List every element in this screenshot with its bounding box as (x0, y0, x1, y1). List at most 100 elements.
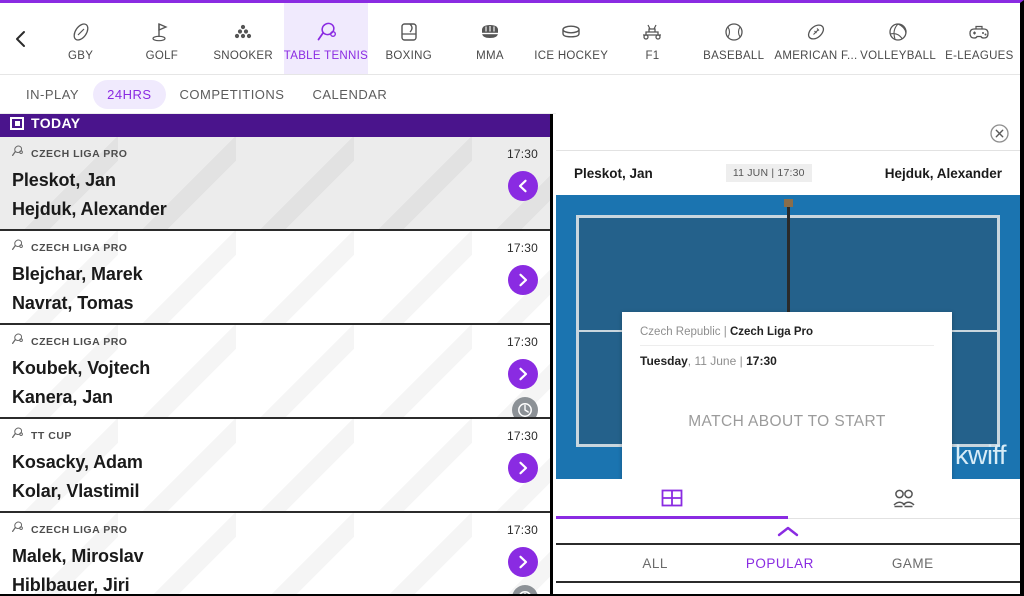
table-tennis-paddle-icon (314, 19, 338, 45)
collapse-detail-button[interactable] (556, 519, 1020, 545)
match-meta: CZECH LIGA PRO 17:30 (0, 137, 550, 163)
detail-player-one: Pleskot, Jan (574, 165, 653, 181)
tab-markets-grid[interactable] (556, 479, 788, 518)
close-icon[interactable] (990, 124, 1009, 143)
sports-list: GBY GOLF SNOOKER TABLE TENNIS BOXING MMA ICE H… (40, 3, 1020, 74)
detail-close-bar (556, 114, 1020, 151)
match-player-two: Kanera, Jan (12, 387, 113, 407)
match-player-one: Malek, Miroslav (12, 546, 144, 566)
match-time: 17:30 (506, 146, 538, 161)
match-competition-label: TT CUP (31, 429, 72, 442)
sport-tab-label: TABLE TENNIS (283, 50, 369, 62)
overlay-time: 17:30 (746, 354, 777, 368)
market-tab-all[interactable]: ALL (642, 556, 668, 571)
overlay-separator-2: | (739, 354, 743, 368)
sport-tab-table-tennis[interactable]: TABLE TENNIS (283, 3, 369, 74)
match-row[interactable]: CZECH LIGA PRO 17:30 Blejchar, Marek Navrat… (0, 231, 550, 325)
match-row[interactable]: CZECH LIGA PRO 17:30 Pleskot, Jan Hejduk, A… (0, 137, 550, 231)
match-list: CZECH LIGA PRO 17:30 Pleskot, Jan Hejduk, A… (0, 137, 550, 595)
match-competition: CZECH LIGA PRO (10, 332, 127, 351)
sport-tab-label: BASEBALL (703, 50, 765, 62)
day-header: TODAY (0, 114, 550, 137)
match-competition: CZECH LIGA PRO (10, 238, 127, 257)
sub-tab-competitions[interactable]: COMPETITIONS (166, 80, 299, 109)
grid-markets-icon (661, 489, 683, 506)
expand-match-button[interactable] (508, 547, 538, 577)
day-header-label: TODAY (31, 114, 81, 131)
sport-tab-label: GBY (68, 50, 94, 62)
match-row[interactable]: CZECH LIGA PRO 17:30 Malek, Miroslav Hiblba… (0, 513, 550, 595)
match-competition-label: CZECH LIGA PRO (31, 147, 128, 160)
table-net-post-graphic (784, 199, 793, 207)
sport-tab-volleyball[interactable]: VOLLEYBALL (857, 3, 938, 74)
sport-tab-label: E-LEAGUES (945, 50, 1014, 62)
sport-tab-e-leagues[interactable]: E-LEAGUES (939, 3, 1020, 74)
match-time: 17:30 (506, 428, 538, 443)
match-info-overlay-card: Czech Republic | Czech Liga Pro Tuesday,… (622, 312, 952, 479)
match-player-two: Kolar, Vlastimil (12, 481, 140, 501)
chevron-up-icon (777, 526, 799, 536)
sport-tab-mma[interactable]: MMA (449, 3, 530, 74)
match-player-two: Navrat, Tomas (12, 293, 134, 313)
hockey-puck-icon (559, 19, 583, 45)
tab-head-to-head[interactable] (788, 479, 1020, 518)
match-competition-label: CZECH LIGA PRO (31, 523, 128, 536)
formula-one-car-icon (640, 19, 664, 45)
table-tennis-paddle-icon (10, 144, 24, 163)
sport-tab-snooker[interactable]: SNOOKER (203, 3, 284, 74)
sport-tab-label: BOXING (385, 50, 432, 62)
overlay-date-line: Tuesday, 11 June | 17:30 (640, 345, 934, 368)
match-players: Malek, Miroslav Hiblbauer, Jiri (0, 539, 550, 595)
sub-tab-calendar[interactable]: CALENDAR (298, 80, 401, 109)
collapse-match-button[interactable] (508, 171, 538, 201)
detail-header: Pleskot, Jan 11 JUN | 17:30 Hejduk, Alex… (556, 151, 1020, 195)
expand-match-button[interactable] (508, 359, 538, 389)
match-players: Pleskot, Jan Hejduk, Alexander (0, 163, 550, 224)
match-meta: CZECH LIGA PRO 17:30 (0, 513, 550, 539)
market-tab-game[interactable]: GAME (892, 556, 934, 571)
boxing-glove-icon (397, 19, 421, 45)
sport-tab-baseball[interactable]: BASEBALL (693, 3, 774, 74)
match-competition-label: CZECH LIGA PRO (31, 335, 128, 348)
sport-tab-gby[interactable]: GBY (40, 3, 121, 74)
table-tennis-paddle-icon (10, 426, 24, 445)
sub-tab-in-play[interactable]: IN-PLAY (12, 80, 93, 109)
match-player-two: Hiblbauer, Jiri (12, 575, 130, 595)
match-stream-area[interactable]: kwiff Czech Republic | Czech Liga Pro Tu… (556, 195, 1020, 479)
overlay-competition: Czech Liga Pro (729, 326, 814, 338)
sport-tab-label: VOLLEYBALL (860, 50, 937, 62)
sub-tab-24hrs[interactable]: 24HRS (93, 79, 166, 109)
overlay-competition-line: Czech Republic | Czech Liga Pro (640, 326, 934, 345)
calendar-icon (10, 117, 24, 130)
table-tennis-paddle-icon (10, 332, 24, 351)
match-player-one: Kosacky, Adam (12, 452, 143, 472)
nav-back-button[interactable] (0, 3, 40, 74)
match-detail-panel: Pleskot, Jan 11 JUN | 17:30 Hejduk, Alex… (556, 114, 1020, 594)
sport-tab-american-f[interactable]: AMERICAN F... (774, 3, 857, 74)
sport-tab-boxing[interactable]: BOXING (368, 3, 449, 74)
match-row[interactable]: CZECH LIGA PRO 17:30 Koubek, Vojtech Kanera… (0, 325, 550, 419)
match-player-two: Hejduk, Alexander (12, 199, 167, 219)
sport-tab-golf[interactable]: GOLF (121, 3, 202, 74)
match-competition: CZECH LIGA PRO (10, 144, 127, 163)
table-tennis-paddle-icon (10, 520, 24, 539)
american-football-icon (804, 19, 828, 45)
head-to-head-icon (893, 489, 915, 507)
match-row[interactable]: TT CUP 17:30 Kosacky, Adam Kolar, Vlastimil (0, 419, 550, 513)
expand-match-button[interactable] (508, 265, 538, 295)
secondary-tab-bar: IN-PLAY 24HRS COMPETITIONS CALENDAR (0, 75, 556, 114)
sport-tab-label: ICE HOCKEY (534, 50, 609, 62)
detail-icon-tab-bar (556, 479, 1020, 519)
golf-flag-icon (150, 19, 174, 45)
table-tennis-paddle-icon (10, 238, 24, 257)
match-competition-label: CZECH LIGA PRO (31, 241, 128, 254)
overlay-date: 11 June (694, 354, 737, 368)
sport-tab-label: MMA (476, 50, 504, 62)
sport-tab-f1[interactable]: F1 (612, 3, 693, 74)
expand-match-button[interactable] (508, 453, 538, 483)
sport-tab-ice-hockey[interactable]: ICE HOCKEY (531, 3, 612, 74)
match-players: Kosacky, Adam Kolar, Vlastimil (0, 445, 550, 506)
overlay-separator: | (723, 326, 727, 338)
live-timer-icon[interactable] (512, 397, 538, 417)
market-tab-popular[interactable]: POPULAR (746, 556, 814, 571)
